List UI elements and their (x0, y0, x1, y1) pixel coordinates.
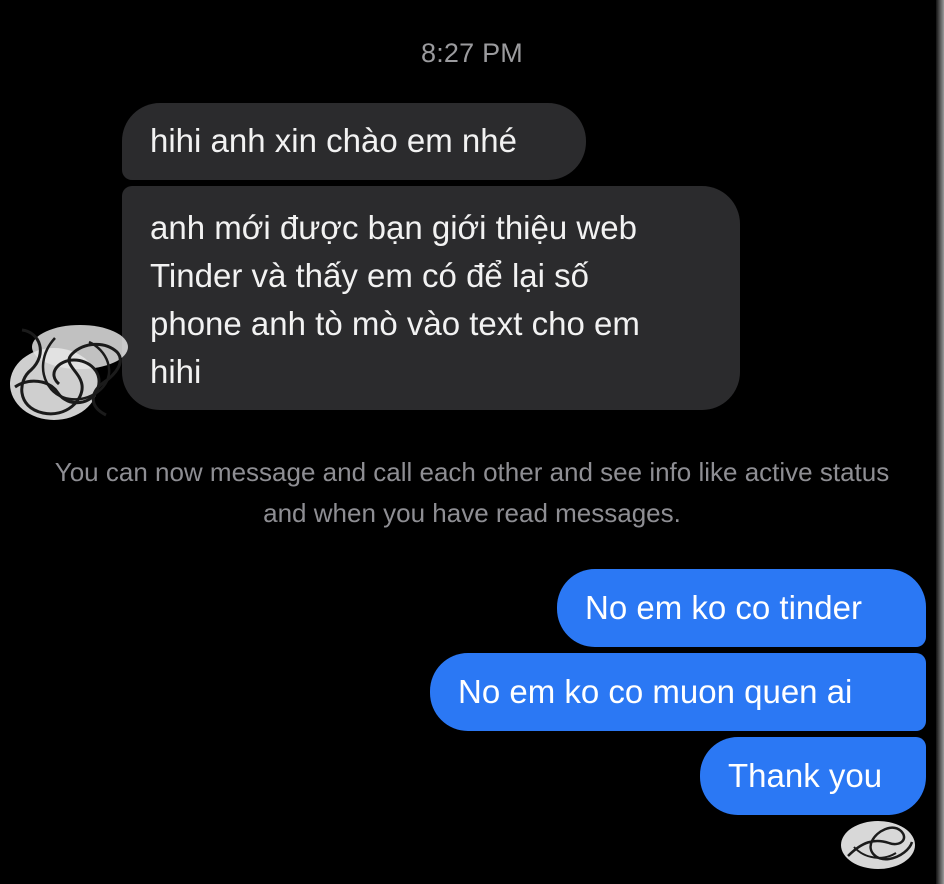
outgoing-message-bubble[interactable]: Thank you (700, 737, 926, 815)
avatar-scribble-icon[interactable] (0, 302, 140, 432)
connection-notice: You can now message and call each other … (54, 457, 890, 528)
outgoing-message-bubble[interactable]: No em ko co muon quen ai (430, 653, 926, 731)
read-receipt-scribble-icon (841, 821, 915, 869)
outgoing-message-bubble[interactable]: No em ko co tinder (557, 569, 926, 647)
message-timestamp: 8:27 PM (421, 38, 523, 68)
scroll-edge (936, 0, 944, 884)
incoming-message-bubble[interactable]: anh mới được bạn giới thiệu web Tinder v… (122, 186, 740, 410)
incoming-message-bubble[interactable]: hihi anh xin chào em nhé (122, 103, 586, 180)
